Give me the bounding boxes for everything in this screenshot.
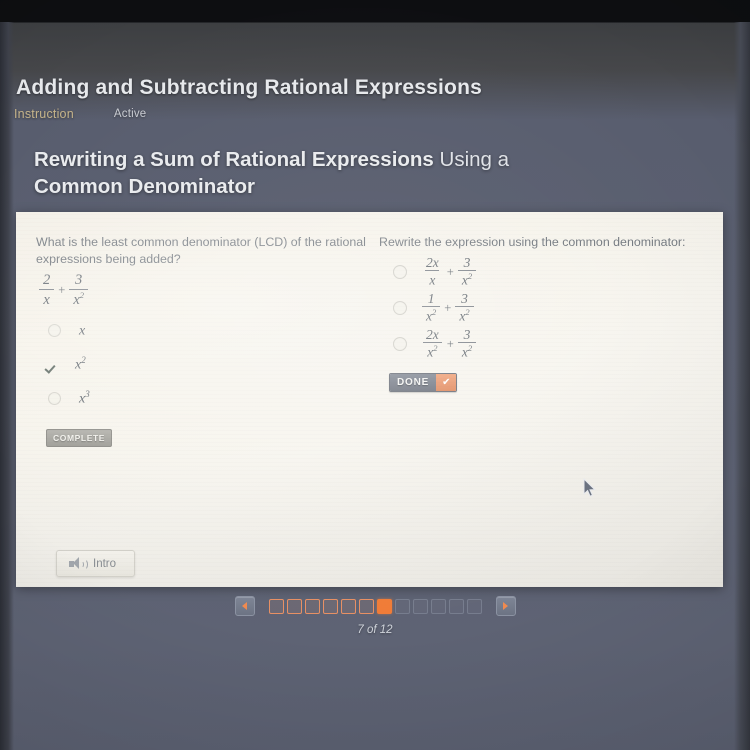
- radio-button-icon[interactable]: [393, 264, 407, 279]
- status-badge-complete: COMPLETE: [46, 429, 113, 448]
- page-dot-12[interactable]: [466, 598, 482, 614]
- denominator: x: [39, 288, 54, 307]
- radio-button-icon[interactable]: [48, 391, 61, 405]
- left-option-2[interactable]: x2: [36, 349, 366, 379]
- denominator: x2: [422, 306, 441, 323]
- page-dot-9[interactable]: [412, 598, 428, 614]
- page-dot-5[interactable]: [340, 598, 356, 614]
- speaker-icon: [69, 557, 88, 570]
- numerator: 2x: [426, 254, 439, 270]
- next-page-button[interactable]: [495, 596, 516, 616]
- page-dot-8[interactable]: [394, 598, 410, 614]
- fraction-term-2: 3 x2: [457, 326, 477, 360]
- triangle-left-icon: [242, 602, 247, 610]
- lesson-title-line1-tail: Using a: [433, 148, 510, 171]
- left-option-3-label: x3: [79, 388, 90, 407]
- page-dot-2[interactable]: [286, 598, 302, 614]
- left-question-panel: What is the least common denominator (LC…: [36, 234, 366, 448]
- page-counter: 7 of 12: [357, 624, 393, 636]
- left-option-1-label: x: [79, 323, 86, 339]
- tab-active[interactable]: Active: [114, 108, 147, 120]
- fraction-term-1: 2x x2: [422, 328, 443, 360]
- content-card: What is the least common denominator (LC…: [16, 212, 723, 587]
- right-option-1-expression: 2x x + 3 x2: [421, 256, 477, 288]
- done-button[interactable]: DONE ✔: [389, 372, 458, 392]
- tab-instruction[interactable]: Instruction: [14, 107, 74, 121]
- lesson-title-line1: Rewriting a Sum of Rational Expressions: [34, 148, 434, 171]
- left-question-text: What is the least common denominator (LC…: [36, 235, 366, 266]
- plus-operator: +: [58, 283, 66, 298]
- radio-button-icon[interactable]: [48, 323, 61, 337]
- page-dot-4[interactable]: [322, 598, 338, 614]
- denominator: x2: [455, 306, 474, 323]
- page-dot-10[interactable]: [430, 598, 446, 614]
- left-option-2-label: x2: [75, 354, 86, 373]
- page-dot-6[interactable]: [358, 598, 374, 614]
- page-dot-11[interactable]: [448, 598, 464, 614]
- right-option-2[interactable]: 1 x2 + 3 x2: [379, 291, 699, 325]
- numerator: 2: [43, 272, 51, 289]
- left-option-1[interactable]: x: [36, 315, 366, 345]
- fraction-term-2: 3 x2: [455, 290, 474, 324]
- fraction-term-1: 2x x: [422, 256, 443, 288]
- numerator: 1: [427, 290, 435, 306]
- left-given-expression: 2 x + 3 x2: [38, 273, 89, 307]
- right-option-3[interactable]: 2x x2 + 3 x2: [379, 327, 699, 361]
- left-option-3[interactable]: x3: [36, 383, 366, 413]
- done-check-icon: ✔: [436, 373, 457, 391]
- prev-page-button[interactable]: [234, 596, 255, 616]
- breadcrumb: Instruction Active: [14, 107, 146, 121]
- page-title: Rewriting a Sum of Rational Expressions …: [34, 146, 674, 200]
- page-dot-1[interactable]: [268, 598, 284, 614]
- fraction-term-1: 2 x: [39, 273, 54, 307]
- fraction-term-2: 3 x2: [457, 254, 477, 288]
- page-dots: [268, 598, 482, 614]
- screen-surface: Adding and Subtracting Rational Expressi…: [0, 0, 750, 750]
- intro-audio-label: Intro: [93, 557, 117, 570]
- triangle-right-icon: [503, 602, 508, 610]
- radio-button-icon[interactable]: [393, 300, 407, 315]
- radio-button-icon[interactable]: [393, 336, 407, 351]
- page-dot-3[interactable]: [304, 598, 320, 614]
- right-question-panel: Rewrite the expression using the common …: [379, 234, 699, 392]
- numerator: 3: [463, 254, 471, 270]
- course-title: Adding and Subtracting Rational Expressi…: [16, 76, 482, 99]
- page-dot-7[interactable]: [376, 598, 392, 614]
- denominator: x2: [457, 270, 477, 287]
- right-option-2-expression: 1 x2 + 3 x2: [421, 292, 475, 324]
- lesson-title-line2: Common Denominator: [34, 175, 255, 199]
- plus-operator: +: [444, 300, 452, 315]
- fraction-term-1: 1 x2: [422, 290, 441, 324]
- denominator: x2: [69, 288, 88, 307]
- denominator: x: [425, 270, 440, 287]
- pagination-bar: 7 of 12: [0, 596, 750, 656]
- denominator: x2: [457, 342, 477, 359]
- fraction-term-2: 3 x2: [69, 273, 88, 307]
- intro-audio-button[interactable]: Intro: [56, 550, 136, 577]
- checkmark-icon: [46, 358, 59, 371]
- denominator: x2: [423, 342, 442, 359]
- numerator: 3: [463, 326, 471, 342]
- done-button-label: DONE: [390, 373, 437, 391]
- right-question-text: Rewrite the expression using the common …: [379, 235, 686, 249]
- numerator: 2x: [426, 326, 439, 342]
- plus-operator: +: [446, 264, 454, 279]
- plus-operator: +: [446, 336, 454, 351]
- right-option-3-expression: 2x x2 + 3 x2: [421, 328, 477, 360]
- right-option-1[interactable]: 2x x + 3 x2: [379, 255, 699, 289]
- numerator: 3: [461, 290, 468, 306]
- numerator: 3: [75, 272, 83, 289]
